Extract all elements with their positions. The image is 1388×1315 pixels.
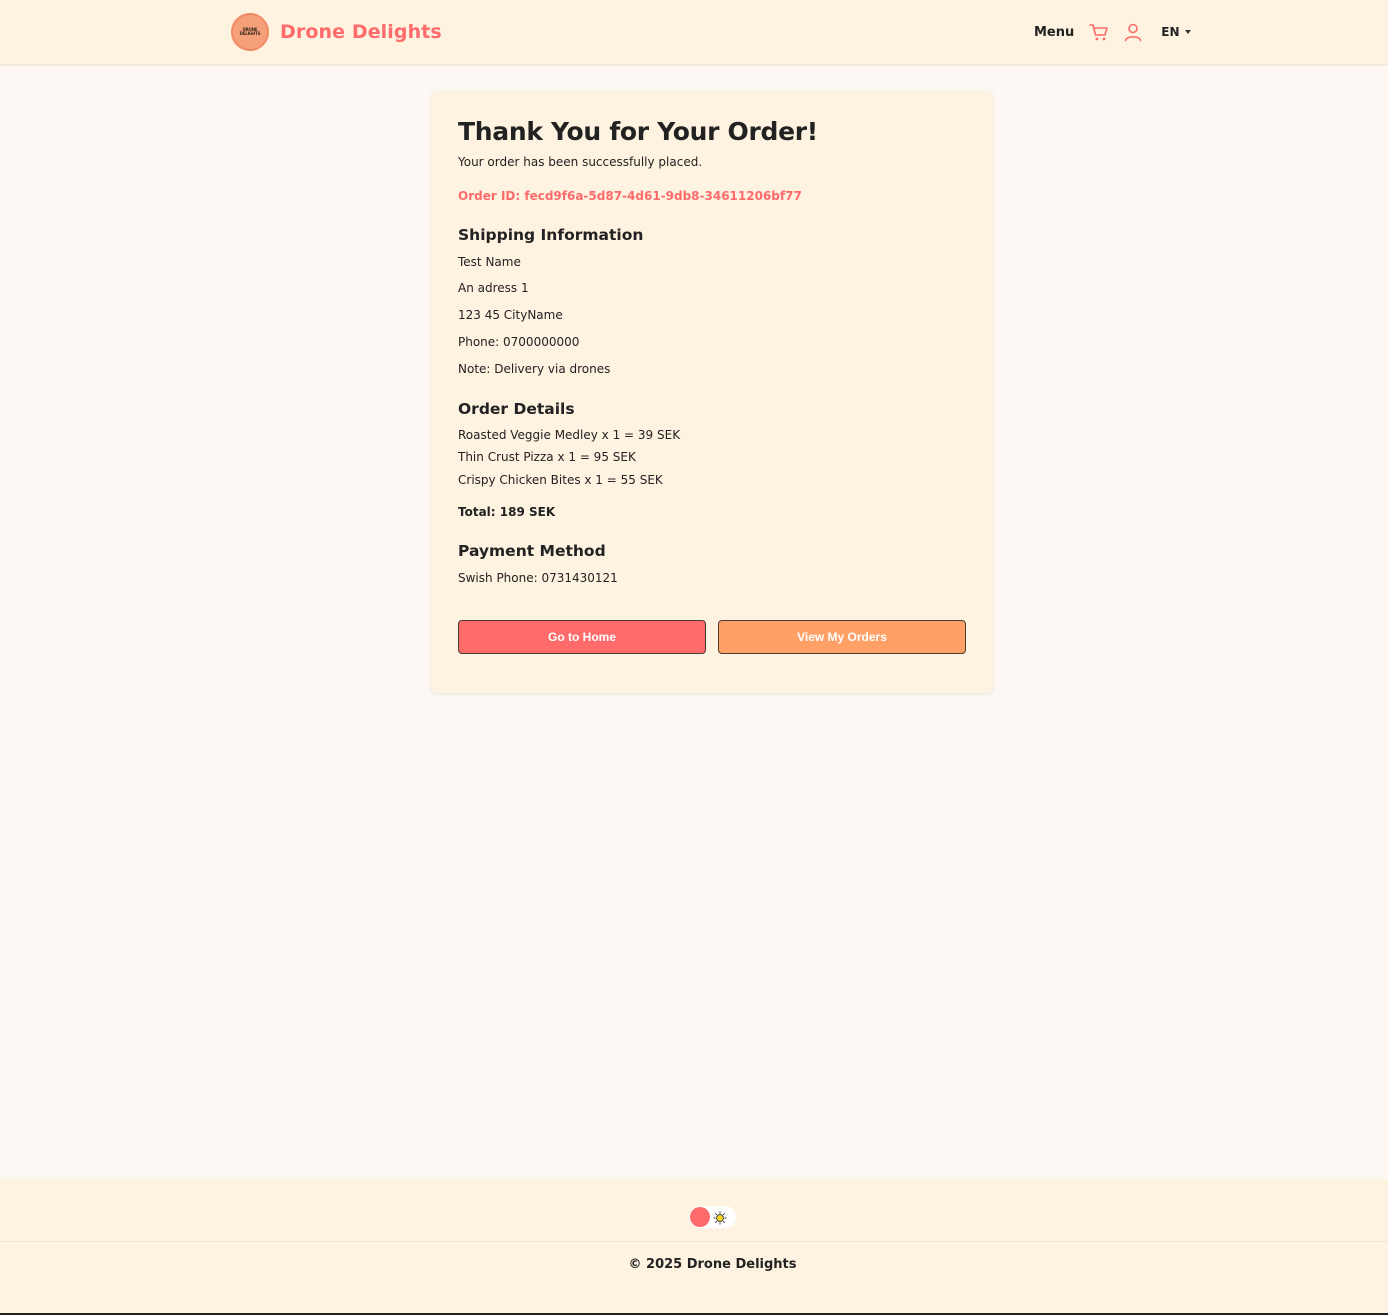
- order-confirmation-card: Thank You for Your Order! Your order has…: [431, 91, 993, 693]
- order-item: Thin Crust Pizza x 1 = 95 SEK: [458, 450, 636, 464]
- chevron-down-icon: [1184, 30, 1191, 34]
- page-title: Thank You for Your Order!: [458, 117, 818, 146]
- footer-toolbar: [0, 1179, 1388, 1242]
- logo-link[interactable]: DRONE DELIGHTS Drone Delights: [231, 13, 442, 51]
- shipping-address: An adress 1: [458, 281, 529, 295]
- confirmation-message: Your order has been successfully placed.: [458, 155, 703, 169]
- cart-icon[interactable]: [1089, 21, 1109, 43]
- order-item: Crispy Chicken Bites x 1 = 55 SEK: [458, 473, 663, 487]
- shipping-name: Test Name: [458, 255, 521, 269]
- logo-text: DRONE DELIGHTS: [239, 27, 261, 36]
- language-select[interactable]: EN: [1161, 25, 1191, 39]
- site-header: DRONE DELIGHTS Drone Delights Menu EN: [0, 0, 1388, 65]
- copyright: © 2025 Drone Delights: [628, 1257, 797, 1272]
- nav-menu-link[interactable]: Menu: [1034, 25, 1074, 40]
- theme-toggle[interactable]: [689, 1206, 736, 1228]
- brand-name[interactable]: Drone Delights: [280, 21, 442, 43]
- shipping-heading: Shipping Information: [458, 226, 644, 244]
- toggle-knob: [690, 1207, 710, 1227]
- main-nav: Menu EN: [1034, 19, 1191, 45]
- order-id: Order ID: fecd9f6a-5d87-4d61-9db8-346112…: [458, 189, 802, 203]
- go-to-home-button[interactable]: Go to Home: [458, 620, 706, 654]
- shipping-city: 123 45 CityName: [458, 308, 563, 322]
- shipping-phone: Phone: 0700000000: [458, 335, 580, 349]
- sun-icon: [713, 1210, 727, 1225]
- payment-method: Swish Phone: 0731430121: [458, 571, 618, 585]
- payment-heading: Payment Method: [458, 542, 606, 560]
- logo: DRONE DELIGHTS: [231, 13, 269, 51]
- order-details-heading: Order Details: [458, 400, 575, 418]
- shipping-note: Note: Delivery via drones: [458, 362, 611, 376]
- user-icon[interactable]: [1123, 21, 1143, 43]
- view-my-orders-button[interactable]: View My Orders: [718, 620, 966, 654]
- site-footer: © 2025 Drone Delights: [0, 1179, 1388, 1313]
- order-item: Roasted Veggie Medley x 1 = 39 SEK: [458, 428, 681, 442]
- order-total: Total: 189 SEK: [458, 505, 556, 519]
- language-label: EN: [1161, 25, 1180, 39]
